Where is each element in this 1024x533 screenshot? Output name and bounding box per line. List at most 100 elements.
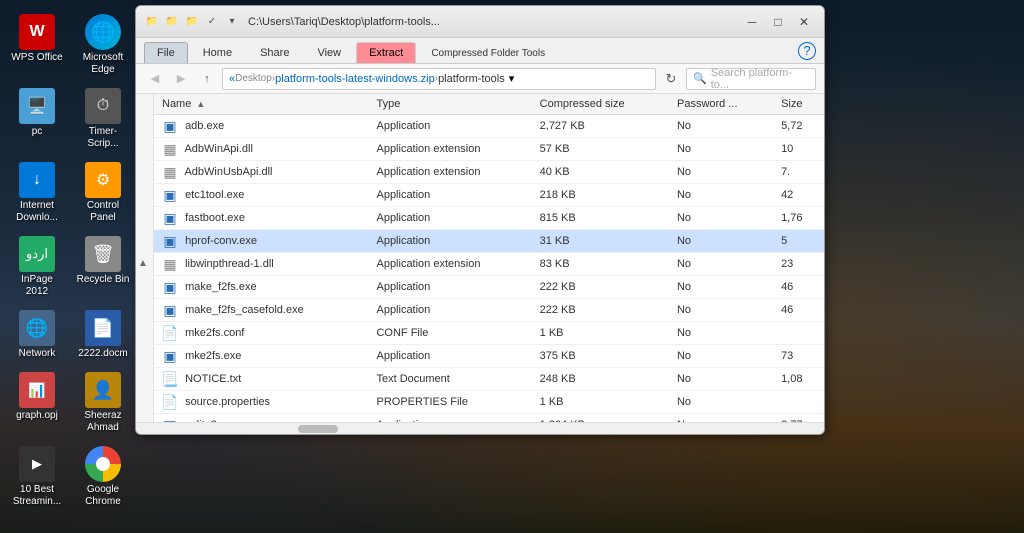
tab-share[interactable]: Share bbox=[247, 42, 302, 63]
file-icon-txt: 📃 bbox=[162, 371, 178, 387]
file-type: Application bbox=[368, 299, 531, 322]
graph-icon: 📊 bbox=[19, 372, 55, 408]
graph-label: graph.opj bbox=[16, 410, 58, 422]
table-row[interactable]: ▣ sqlite3.exe Application 1,364 KB No 2,… bbox=[154, 414, 824, 423]
minimize-button[interactable]: ─ bbox=[740, 12, 764, 32]
table-row[interactable]: ▣ make_f2fs.exe Application 222 KB No 46 bbox=[154, 276, 824, 299]
file-name-text: source.properties bbox=[185, 396, 270, 408]
bottom-scrollbar[interactable] bbox=[136, 422, 824, 434]
file-list[interactable]: Name ▲ Type Compressed size Password ... bbox=[154, 94, 824, 422]
desktop-icon-wps-office[interactable]: W WPS Office bbox=[5, 10, 69, 80]
tab-view[interactable]: View bbox=[304, 42, 354, 63]
file-icon-exe: ▣ bbox=[162, 210, 178, 226]
desktop-icon-google-chrome[interactable]: Google Chrome bbox=[71, 442, 135, 512]
sort-arrow-name: ▲ bbox=[196, 99, 205, 109]
tab-home[interactable]: Home bbox=[190, 42, 245, 63]
close-button[interactable]: ✕ bbox=[792, 12, 816, 32]
title-bar-path: C:\Users\Tariq\Desktop\platform-tools... bbox=[248, 16, 740, 28]
tab-compressed[interactable]: Compressed Folder Tools bbox=[418, 43, 558, 63]
file-type: CONF File bbox=[368, 322, 531, 345]
up-button[interactable]: ↑ bbox=[196, 68, 218, 90]
dropdown-arrow[interactable]: ▾ bbox=[509, 72, 515, 85]
chrome-label: Google Chrome bbox=[75, 484, 131, 508]
desktop-icon-pc[interactable]: 🖥️ pc bbox=[5, 84, 69, 154]
recycle-bin-icon: 🗑 bbox=[85, 236, 121, 272]
file-name-text: adb.exe bbox=[185, 120, 224, 132]
breadcrumb-sep-1: Desktop bbox=[235, 73, 272, 84]
desktop-icon-inpage[interactable]: اردو InPage 2012 bbox=[5, 232, 69, 302]
tab-extract[interactable]: Extract bbox=[356, 42, 416, 63]
desktop-icon-control-panel[interactable]: ⚙ Control Panel bbox=[71, 158, 135, 228]
table-row[interactable]: 📃 NOTICE.txt Text Document 248 KB No 1,0… bbox=[154, 368, 824, 391]
left-scroll-arrow[interactable]: ▲ bbox=[138, 258, 148, 269]
title-bar: 📁 📁 📁 ✓ ▾ C:\Users\Tariq\Desktop\platfor… bbox=[136, 6, 824, 38]
file-compressed-size: 40 KB bbox=[532, 161, 669, 184]
desktop-icon-2222-docm[interactable]: 📄 2222.docm bbox=[71, 306, 135, 364]
table-row[interactable]: ▣ hprof-conv.exe Application 31 KB No 5 bbox=[154, 230, 824, 253]
file-size: 7. bbox=[773, 161, 824, 184]
table-row[interactable]: ▦ AdbWinApi.dll Application extension 57… bbox=[154, 138, 824, 161]
file-type: Application extension bbox=[368, 161, 531, 184]
table-row[interactable]: ▣ adb.exe Application 2,727 KB No 5,72 bbox=[154, 115, 824, 138]
file-password: No bbox=[669, 230, 773, 253]
search-box[interactable]: 🔍 Search platform-to... bbox=[686, 68, 816, 90]
table-row[interactable]: ▦ AdbWinUsbApi.dll Application extension… bbox=[154, 161, 824, 184]
file-name: ▦ libwinpthread-1.dll bbox=[154, 253, 368, 276]
file-type: Application bbox=[368, 414, 531, 423]
control-panel-label: Control Panel bbox=[75, 200, 131, 224]
refresh-button[interactable]: ↻ bbox=[660, 68, 682, 90]
file-name: ▣ etc1tool.exe bbox=[154, 184, 368, 207]
file-size: 2,77 bbox=[773, 414, 824, 423]
file-icon-dll: ▦ bbox=[162, 164, 178, 180]
horizontal-scroll-thumb[interactable] bbox=[298, 425, 338, 433]
help-button[interactable]: ? bbox=[798, 42, 816, 60]
desktop-icon-recycle-bin[interactable]: 🗑 Recycle Bin bbox=[71, 232, 135, 302]
table-row[interactable]: 📄 mke2fs.conf CONF File 1 KB No bbox=[154, 322, 824, 345]
table-row[interactable]: ▣ make_f2fs_casefold.exe Application 222… bbox=[154, 299, 824, 322]
desktop: W WPS Office 🌐 Microsoft Edge 🖥️ pc bbox=[0, 0, 1024, 533]
file-password: No bbox=[669, 253, 773, 276]
file-compressed-size: 222 KB bbox=[532, 299, 669, 322]
desktop-icon-streaming[interactable]: ▶ 10 Best Streamin... bbox=[5, 442, 69, 512]
file-size: 10 bbox=[773, 138, 824, 161]
forward-button[interactable]: ▶ bbox=[170, 68, 192, 90]
pc-icon: 🖥️ bbox=[19, 88, 55, 124]
left-nav-panel: ▲ bbox=[136, 94, 154, 422]
table-row[interactable]: ▣ etc1tool.exe Application 218 KB No 42 bbox=[154, 184, 824, 207]
desktop-icon-graph[interactable]: 📊 graph.opj bbox=[5, 368, 69, 438]
file-size: 23 bbox=[773, 253, 824, 276]
file-type: Text Document bbox=[368, 368, 531, 391]
file-name-text: hprof-conv.exe bbox=[185, 235, 257, 247]
table-row[interactable]: ▣ mke2fs.exe Application 375 KB No 73 bbox=[154, 345, 824, 368]
search-placeholder: Search platform-to... bbox=[711, 67, 809, 91]
explorer-window: 📁 📁 📁 ✓ ▾ C:\Users\Tariq\Desktop\platfor… bbox=[135, 5, 825, 435]
file-name-text: mke2fs.conf bbox=[185, 327, 244, 339]
col-password[interactable]: Password ... bbox=[669, 94, 773, 115]
file-icon-exe: ▣ bbox=[162, 187, 178, 203]
doc-icon: 📄 bbox=[85, 310, 121, 346]
desktop-icon-sheeraz[interactable]: 👤 Sheeraz Ahmad bbox=[71, 368, 135, 438]
address-path[interactable]: « Desktop › platform-tools-latest-window… bbox=[222, 68, 656, 90]
file-type: Application bbox=[368, 276, 531, 299]
col-name[interactable]: Name ▲ bbox=[154, 94, 368, 115]
back-button[interactable]: ◀ bbox=[144, 68, 166, 90]
desktop-icon-edge[interactable]: 🌐 Microsoft Edge bbox=[71, 10, 135, 80]
file-size: 1,08 bbox=[773, 368, 824, 391]
file-compressed-size: 1 KB bbox=[532, 322, 669, 345]
file-icon-exe: ▣ bbox=[162, 118, 178, 134]
maximize-button[interactable]: □ bbox=[766, 12, 790, 32]
table-row[interactable]: ▣ fastboot.exe Application 815 KB No 1,7… bbox=[154, 207, 824, 230]
file-icon-exe: ▣ bbox=[162, 233, 178, 249]
file-name: ▣ mke2fs.exe bbox=[154, 345, 368, 368]
desktop-icon-network[interactable]: 🌐 Network bbox=[5, 306, 69, 364]
tab-file[interactable]: File bbox=[144, 42, 188, 63]
desktop-icon-internet-download[interactable]: ↓ Internet Downlo... bbox=[5, 158, 69, 228]
file-password: No bbox=[669, 322, 773, 345]
table-row[interactable]: ▦ libwinpthread-1.dll Application extens… bbox=[154, 253, 824, 276]
file-compressed-size: 83 KB bbox=[532, 253, 669, 276]
table-row[interactable]: 📄 source.properties PROPERTIES File 1 KB… bbox=[154, 391, 824, 414]
col-compressed-size[interactable]: Compressed size bbox=[532, 94, 669, 115]
col-size[interactable]: Size bbox=[773, 94, 824, 115]
desktop-icon-timer[interactable]: ⏱ Timer-Scrip... bbox=[71, 84, 135, 154]
col-type[interactable]: Type bbox=[368, 94, 531, 115]
